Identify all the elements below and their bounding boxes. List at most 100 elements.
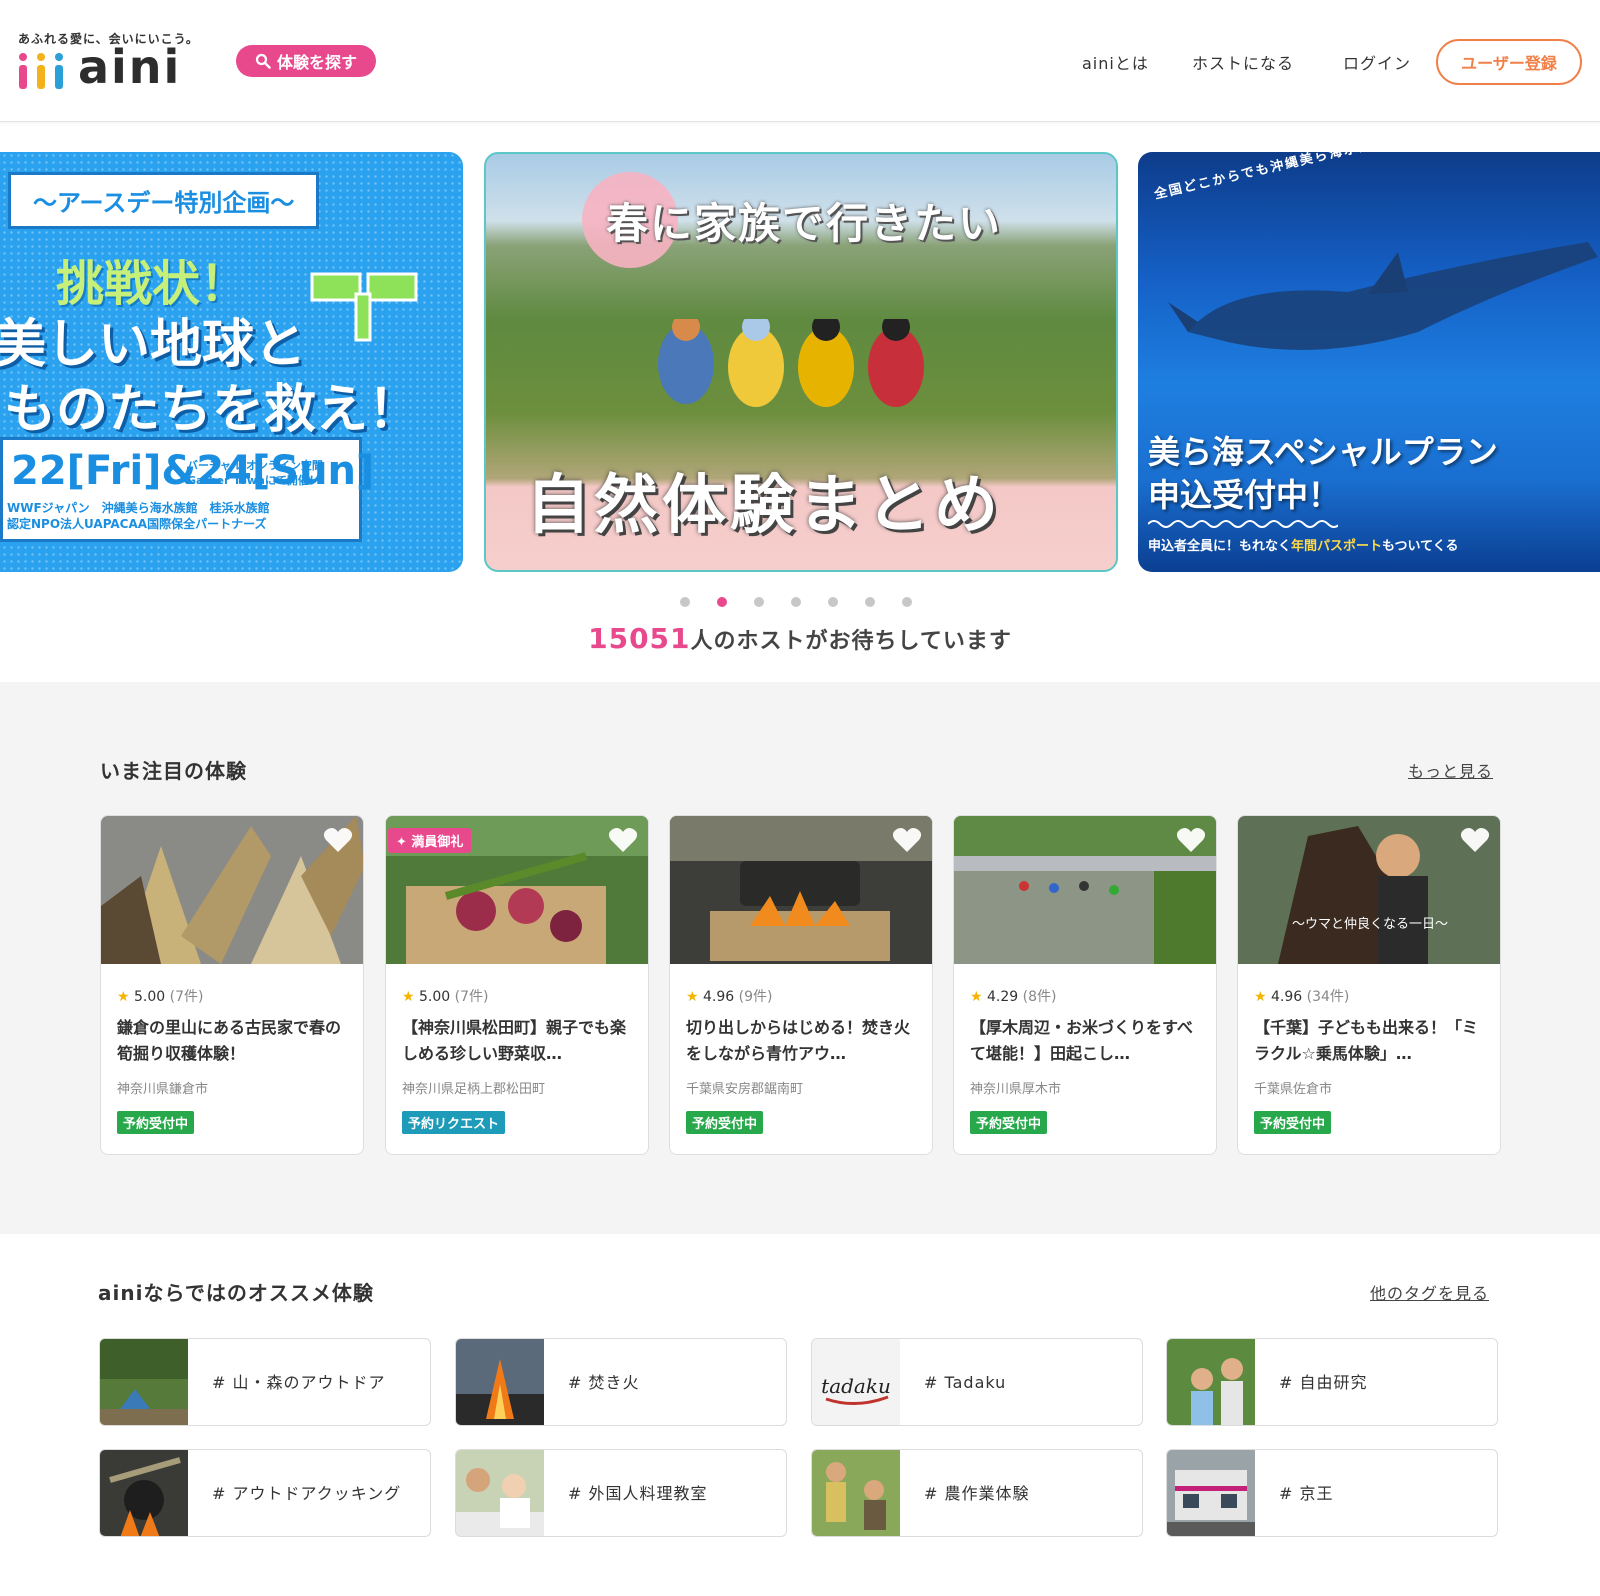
card-status-badge: 予約リクエスト [402,1111,506,1134]
card-status-badge: 予約受付中 [1254,1111,1332,1134]
star-icon: ★ [686,989,699,1005]
tag-label: # 京王 [1279,1484,1334,1503]
logo-wordmark[interactable]: aini [78,40,181,94]
experience-card[interactable]: ★ 4.96 (9件) 切り出しからはじめる！焚き火をしながら青竹アウ… 千葉県… [669,815,933,1155]
tag-label: # アウトドアクッキング [212,1484,402,1503]
card-rating: ★ 4.96 (9件) [686,989,773,1005]
carousel-dot[interactable] [828,597,838,607]
favorite-heart-icon[interactable] [608,826,638,854]
tag-label: # 焚き火 [568,1373,640,1392]
carousel-dot[interactable] [791,597,801,607]
carousel-slide-earthday[interactable]: 〜アースデー特別企画〜 挑戦状！ 美しい地球と ものたちを救え！ 22[Fri]… [0,152,463,572]
slide-title: 春に家族で行きたい [606,199,1003,248]
carousel-slide-churaumi[interactable]: 全国どこからでも沖縄美ら海水族館が楽しめる 美ら海スペシャルプラン 申込受付中！… [1138,152,1600,572]
experience-card[interactable]: ★ 5.00 (7件) 鎌倉の里山にある古民家で春の筍掘り収穫体験！ 神奈川県鎌… [100,815,364,1155]
carousel-slide-spring-nature[interactable]: 春に家族で行きたい 自然体験まとめ [484,152,1118,572]
host-count: 15051 [588,622,691,655]
card-rating: ★ 5.00 (7件) [117,989,204,1005]
tag-photo-farming [812,1450,900,1536]
tag-item[interactable]: # アウトドアクッキング [99,1449,431,1537]
slide-caption: 全国どこからでも沖縄美ら海水族館が楽しめる [1152,152,1463,203]
tag-label: # 外国人料理教室 [568,1484,708,1503]
user-register-button[interactable]: ユーザー登録 [1436,39,1582,85]
tag-photo-keio-train [1167,1450,1255,1536]
tag-item[interactable]: # 自由研究 [1166,1338,1498,1426]
tag-item[interactable]: # 京王 [1166,1449,1498,1537]
tag-item[interactable]: # 外国人料理教室 [455,1449,787,1537]
featured-more-link[interactable]: もっと見る [1408,758,1493,782]
tag-item[interactable]: tadaku # Tadaku [811,1338,1143,1426]
card-title[interactable]: 【千葉】子どもも出来る！「ミラクル☆乗馬体験」… [1254,1015,1486,1067]
tag-label: # Tadaku [924,1373,1007,1392]
svg-text:tadaku: tadaku [821,1374,891,1398]
tag-item[interactable]: # 焚き火 [455,1338,787,1426]
wave-decoration [1148,520,1338,528]
nav-become-host-link[interactable]: ホストになる [1192,50,1294,74]
carousel-dot[interactable] [902,597,912,607]
tag-photo-cooking-class [456,1450,544,1536]
event-organizers: WWFジャパン 沖縄美ら海水族館 桂浜水族館 認定NPO法人UAPACAA国際保… [7,501,270,531]
experience-card[interactable]: ✦ 満員御礼 ★ 5.00 (7件) 【神奈川県松田町】親子でも楽しめる珍しい野… [385,815,649,1155]
tag-logo-tadaku: tadaku [812,1339,900,1425]
tag-label: # 自由研究 [1279,1373,1368,1392]
card-title[interactable]: 【神奈川県松田町】親子でも楽しめる珍しい野菜収… [402,1015,634,1067]
tag-photo-forest-camp [100,1339,188,1425]
sprout-icon [310,272,418,342]
host-count-banner: 15051人のホストがお待ちしています [0,622,1600,655]
tags-section-title: ainiならではのオススメ体験 [98,1281,374,1305]
card-title[interactable]: 鎌倉の里山にある古民家で春の筍掘り収穫体験！ [117,1015,349,1067]
tag-label: # 山・森のアウトドア [212,1373,386,1392]
card-status-badge: 予約受付中 [970,1111,1048,1134]
slide-subtitle: 自然体験まとめ [526,469,1002,543]
hero-carousel: 〜アースデー特別企画〜 挑戦状！ 美しい地球と ものたちを救え！ 22[Fri]… [0,152,1600,572]
kids-photo-illustration [658,319,924,407]
logo-mark-icon[interactable] [18,52,64,90]
card-status-badge: 予約受付中 [686,1111,764,1134]
card-location: 神奈川県厚木市 [970,1082,1062,1097]
slide-title: ものたちを救え！ [4,380,421,440]
nav-login-link[interactable]: ログイン [1343,50,1411,74]
search-icon [255,53,271,69]
carousel-dot[interactable] [865,597,875,607]
nav-about-link[interactable]: ainiとは [1082,50,1149,74]
favorite-heart-icon[interactable] [1460,826,1490,854]
tag-item[interactable]: # 農作業体験 [811,1449,1143,1537]
event-info-box: 22[Fri]&24[Sun] バーチャル/オンライン空間 Gather Tow… [0,437,374,542]
whale-shark-illustration [1168,242,1598,350]
card-location: 神奈川県鎌倉市 [117,1082,209,1097]
carousel-dot[interactable] [754,597,764,607]
experience-card[interactable]: ★ 4.29 (8件) 【厚木周辺・お米づくりをすべて堪能！】田起こし… 神奈川… [953,815,1217,1155]
card-image-caption: 〜ウマと仲良くなる一日〜 [1292,916,1448,932]
tag-photo-bonfire [456,1339,544,1425]
card-title[interactable]: 【厚木周辺・お米づくりをすべて堪能！】田起こし… [970,1015,1202,1067]
card-rating: ★ 5.00 (7件) [402,989,489,1005]
star-icon: ★ [1254,989,1267,1005]
card-location: 千葉県佐倉市 [1254,1082,1333,1097]
favorite-heart-icon[interactable] [1176,826,1206,854]
slide-title: 申込受付中！ [1148,476,1341,514]
site-header: あふれる愛に、会いにいこう。 aini 体験を探す ainiとは ホストになる … [0,0,1600,122]
full-booked-badge: ✦ 満員御礼 [388,828,472,853]
experience-card[interactable]: 〜ウマと仲良くなる一日〜 ★ 4.96 (34件) 【千葉】子どもも出来る！「ミ… [1237,815,1501,1155]
tag-label: # 農作業体験 [924,1484,1030,1503]
card-status-badge: 予約受付中 [117,1111,195,1134]
slide-note: 申込者全員に！もれなく年間パスポートもついてくる [1148,539,1459,554]
card-location: 千葉県安房郡鋸南町 [686,1082,804,1097]
slide-title: 美ら海スペシャルプラン [1148,433,1498,471]
slide-badge: 〜アースデー特別企画〜 [8,172,320,229]
star-icon: ★ [970,989,983,1005]
favorite-heart-icon[interactable] [892,826,922,854]
event-venue: バーチャル/オンライン空間 Gather Townにて開催！ [187,459,323,487]
card-title[interactable]: 切り出しからはじめる！焚き火をしながら青竹アウ… [686,1015,918,1067]
carousel-dot-active[interactable] [717,597,727,607]
carousel-dot[interactable] [680,597,690,607]
carousel-pagination [680,597,912,607]
star-icon: ★ [402,989,415,1005]
host-count-suffix: 人のホストがお待ちしています [690,629,1012,654]
tags-more-link[interactable]: 他のタグを見る [1370,1280,1489,1304]
tag-item[interactable]: # 山・森のアウトドア [99,1338,431,1426]
favorite-heart-icon[interactable] [323,826,353,854]
slide-title: 美しい地球と [0,315,307,375]
card-rating: ★ 4.96 (34件) [1254,989,1350,1005]
search-experiences-button[interactable]: 体験を探す [236,45,376,77]
